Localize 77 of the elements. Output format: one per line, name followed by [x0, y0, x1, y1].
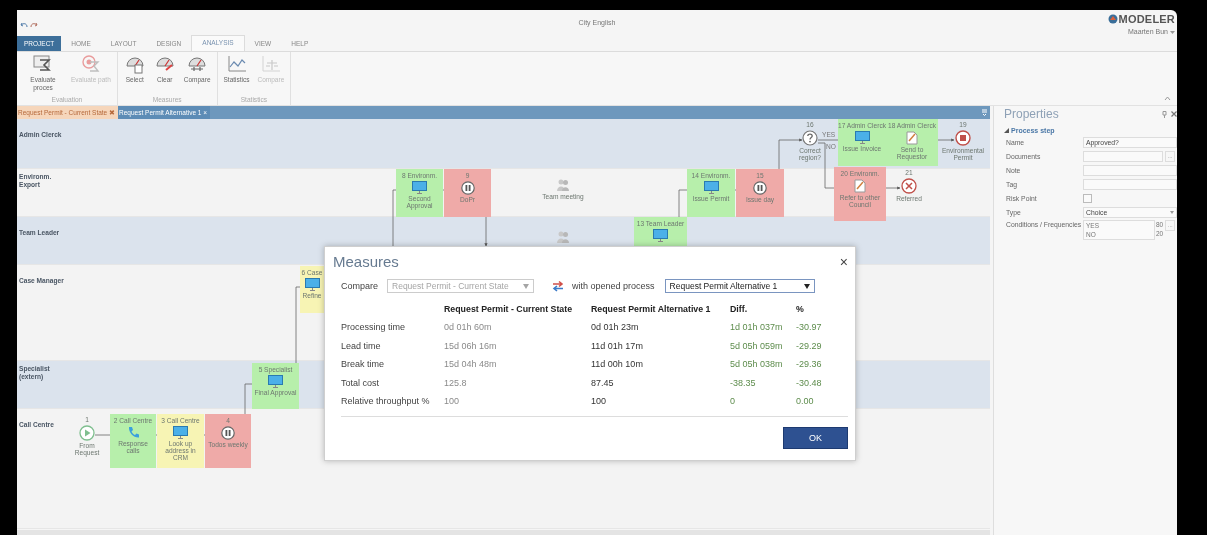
process-dropdown[interactable]: Request Permit Alternative 1	[664, 279, 815, 293]
table-cell-text: 5d 05h 038m	[730, 358, 784, 371]
table-cell-text: -38.35	[730, 376, 757, 390]
table-cell-text: 0d 01h 23m	[591, 321, 640, 334]
question-icon	[802, 130, 818, 146]
checkbox[interactable]	[1083, 193, 1092, 203]
pause-icon	[221, 426, 235, 440]
line-chart-icon	[225, 54, 248, 74]
close-button[interactable]: ×	[839, 254, 848, 269]
brand-name: MODELER	[1118, 13, 1175, 25]
column-header: Diff.	[730, 303, 749, 316]
document-icon	[906, 131, 918, 145]
compare-label: Compare	[341, 281, 378, 291]
close-icon[interactable]	[1171, 111, 1177, 117]
sigma-icon	[79, 54, 102, 74]
swap-icon[interactable]	[552, 280, 564, 292]
caret-icon	[523, 283, 529, 289]
table-cell-text: 15d 06h 16m	[444, 339, 498, 353]
with-label: with opened process	[572, 281, 655, 291]
table-cell-text: 100	[591, 395, 608, 408]
table-cell-text: -30.97	[796, 321, 823, 334]
caret-icon	[803, 283, 810, 289]
table-cell-text: 11d 01h 17m	[591, 339, 644, 353]
table-cell-text: -29.36	[796, 358, 823, 371]
undo-icon[interactable]	[20, 22, 28, 29]
table-cell-text: Processing time	[341, 321, 407, 334]
document-icon	[854, 179, 866, 193]
pause-icon	[753, 181, 767, 195]
table-cell-text: 15d 04h 48m	[444, 358, 498, 371]
input-field[interactable]	[1083, 178, 1177, 190]
table-cell-text: Relative throughput %	[341, 395, 431, 408]
caret-icon[interactable]	[1170, 29, 1175, 34]
table-cell-text: 87.45	[591, 376, 615, 390]
horizontal-scrollbar[interactable]	[17, 530, 990, 535]
table-cell-text: 125.8	[444, 376, 468, 390]
logo-icon	[1107, 14, 1118, 24]
table-cell-text: 0	[730, 395, 736, 408]
table-cell-text: 1d 01h 037m	[730, 321, 784, 334]
expander-icon[interactable]	[1004, 127, 1009, 133]
monitor-icon	[304, 278, 320, 291]
table-cell-text: Lead time	[341, 339, 382, 353]
collapse-ribbon-icon[interactable]	[1164, 96, 1171, 101]
monitor-icon	[703, 181, 719, 194]
input-field[interactable]	[1083, 164, 1177, 176]
stop-icon	[955, 130, 971, 146]
menu-icon[interactable]	[981, 109, 988, 116]
monitor-icon	[653, 229, 668, 242]
cancel-icon	[901, 178, 917, 194]
phone-icon	[126, 426, 140, 439]
table-cell-text: 100	[444, 395, 461, 408]
monitor-icon	[412, 181, 427, 194]
panel-title: Properties	[1004, 107, 1060, 121]
pause-icon	[460, 181, 475, 195]
monitor-icon	[268, 375, 283, 388]
caret-icon	[1170, 210, 1174, 214]
column-header: %	[796, 303, 805, 316]
column-header: Request Permit - Current State	[444, 303, 574, 316]
table-cell-text: Total cost	[341, 376, 381, 390]
table-cell-text: 0d 01h 60m	[444, 321, 493, 334]
monitor-icon	[854, 131, 870, 144]
table-cell-text: 11d 00h 10m	[591, 358, 644, 371]
pin-icon[interactable]	[1162, 110, 1167, 118]
play-icon	[79, 425, 95, 441]
table-cell-text: Break time	[341, 358, 385, 371]
people-icon	[556, 178, 570, 192]
ok-button[interactable]: OK	[783, 426, 848, 449]
scales-icon	[259, 54, 282, 74]
dialog-title: Measures	[333, 253, 399, 270]
redo-icon[interactable]	[30, 22, 38, 29]
column-header: Request Permit Alternative 1	[591, 303, 712, 316]
monitor-icon	[173, 426, 188, 439]
table-cell-text: 5d 05h 059m	[730, 339, 784, 353]
table-cell-text: -30.48	[796, 376, 823, 390]
table-cell-text: 0.00	[796, 395, 815, 408]
people-icon	[556, 230, 570, 244]
table-cell-text: -29.29	[796, 339, 823, 353]
input-field[interactable]	[1083, 150, 1163, 162]
